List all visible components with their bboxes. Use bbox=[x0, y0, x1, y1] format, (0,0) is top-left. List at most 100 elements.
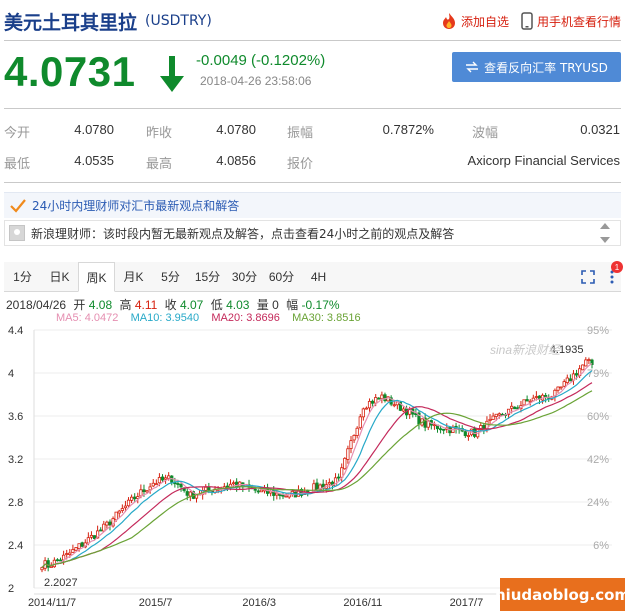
tab-monthly-k[interactable]: 月K bbox=[115, 262, 152, 291]
candle-body bbox=[58, 559, 63, 562]
close-label: 收 bbox=[164, 298, 177, 312]
ohlc-date: 2018/04/26 bbox=[6, 298, 67, 312]
candle-body bbox=[133, 496, 137, 500]
notification-badge: 1 bbox=[611, 261, 623, 273]
reverse-rate-button[interactable]: 查看反向汇率 TRYUSD bbox=[452, 52, 621, 82]
tab-15min[interactable]: 15分 bbox=[189, 262, 226, 291]
fullscreen-icon[interactable] bbox=[581, 269, 595, 284]
candle-body bbox=[281, 494, 285, 497]
tab-daily-k[interactable]: 日K bbox=[41, 262, 78, 291]
candle-body bbox=[463, 431, 467, 437]
candle-body bbox=[253, 488, 257, 491]
candle-body bbox=[256, 490, 260, 493]
candle-body bbox=[40, 567, 44, 571]
candle-body bbox=[349, 440, 353, 449]
title-actions: 添加自选 用手机查看行情 bbox=[441, 12, 621, 30]
candle-body bbox=[120, 508, 124, 511]
candle-body bbox=[522, 399, 526, 406]
tab-4h[interactable]: 4H bbox=[300, 262, 337, 291]
y-tick-label: 2.4 bbox=[8, 540, 23, 552]
advisor-message[interactable]: 新浪理财师：该时段内暂无最新观点及解答，点击查看24小时之前的观点及解答 bbox=[4, 220, 621, 246]
candle-body bbox=[284, 495, 288, 498]
candle-body bbox=[367, 400, 372, 409]
candle-body bbox=[130, 496, 134, 501]
candle-body bbox=[346, 448, 350, 460]
header-divider bbox=[4, 40, 621, 41]
checkmark-icon bbox=[10, 198, 26, 213]
kline-chart[interactable]: 4.495%479%3.660%3.242%2.824%2.46%2-12%4.… bbox=[0, 322, 625, 611]
candle-body bbox=[74, 547, 78, 551]
candle-body bbox=[383, 394, 387, 402]
volume-value: 0 bbox=[272, 298, 279, 312]
candle-body bbox=[92, 535, 97, 540]
candle-body bbox=[167, 475, 171, 479]
candle-body bbox=[185, 491, 189, 496]
chart-period-tabs: 1分 日K 周K 月K 5分 15分 30分 60分 4H 1 bbox=[4, 261, 623, 292]
stat-label-range: 波幅 bbox=[472, 125, 499, 140]
y-tick-label: 2 bbox=[8, 583, 14, 595]
caret-down-icon[interactable] bbox=[600, 237, 610, 243]
stat-value-prev-close: 4.0780 bbox=[216, 122, 256, 137]
candle-body bbox=[352, 435, 356, 441]
current-price: 4.0731 bbox=[4, 48, 136, 95]
site-watermark: niudaoblog.com bbox=[495, 578, 625, 611]
candle-body bbox=[466, 435, 471, 437]
stat-value-open: 4.0780 bbox=[74, 122, 114, 137]
mobile-view-button[interactable]: 用手机查看行情 bbox=[521, 12, 621, 30]
candle-body bbox=[374, 397, 378, 404]
candle-body bbox=[355, 427, 359, 436]
advisor-opinion-header[interactable]: 24小时内理财师对汇市最新观点和解答 bbox=[4, 192, 621, 218]
candle-body bbox=[163, 477, 168, 480]
flame-icon bbox=[442, 13, 455, 29]
candle-body bbox=[71, 549, 75, 553]
open-value: 4.08 bbox=[88, 298, 113, 312]
tab-30min[interactable]: 30分 bbox=[226, 262, 263, 291]
stat-value-quote-source: Axicorp Financial Services bbox=[467, 153, 620, 168]
candle-body bbox=[497, 413, 501, 416]
candle-body bbox=[80, 542, 84, 547]
x-tick-label: 2016/3 bbox=[242, 597, 276, 609]
candle-body bbox=[525, 399, 529, 402]
mobile-phone-icon bbox=[521, 12, 533, 30]
candle-body bbox=[231, 482, 236, 485]
message-scroll[interactable] bbox=[600, 223, 610, 243]
candle-body bbox=[102, 523, 106, 532]
caret-up-icon[interactable] bbox=[600, 223, 610, 229]
y-tick-label: 4.4 bbox=[8, 325, 23, 337]
tab-1min[interactable]: 1分 bbox=[4, 262, 41, 291]
candle-body bbox=[114, 511, 118, 521]
candle-body bbox=[361, 408, 365, 418]
candle-body bbox=[148, 486, 152, 491]
candle-body bbox=[562, 381, 566, 387]
stat-value-amplitude: 0.7872% bbox=[382, 122, 434, 137]
candle-body bbox=[49, 565, 53, 568]
candle-body bbox=[513, 406, 517, 410]
ma-line-ma10 bbox=[41, 370, 593, 569]
y-tick-label: 3.6 bbox=[8, 411, 23, 423]
advisor-opinion-title: 24小时内理财师对汇市最新观点和解答 bbox=[32, 199, 240, 213]
open-label: 开 bbox=[73, 298, 86, 312]
low-value: 4.03 bbox=[226, 298, 250, 312]
candle-body bbox=[99, 529, 103, 532]
ticker-symbol: (USDTRY) bbox=[145, 13, 212, 29]
candle-body bbox=[581, 364, 585, 371]
tab-weekly-k[interactable]: 周K bbox=[78, 262, 115, 292]
ohlc-legend: 2018/04/26 开 4.08 高 4.11 收 4.07 低 4.03 量… bbox=[6, 296, 340, 313]
add-watchlist-label: 添加自选 bbox=[460, 14, 509, 29]
volume-label: 量 bbox=[256, 298, 269, 312]
candle-body bbox=[442, 428, 446, 431]
candle-body bbox=[494, 413, 498, 417]
candle-body bbox=[565, 377, 569, 383]
add-watchlist-button[interactable]: 添加自选 bbox=[441, 12, 509, 30]
tab-5min[interactable]: 5分 bbox=[152, 262, 189, 291]
candle-body bbox=[123, 505, 128, 509]
candle-body bbox=[337, 476, 341, 479]
tab-60min[interactable]: 60分 bbox=[263, 262, 300, 291]
candle-body bbox=[432, 424, 437, 427]
amplitude-label: 幅 bbox=[286, 298, 299, 312]
candle-body bbox=[89, 535, 94, 538]
price-change: -0.0049 (-0.1202%) bbox=[196, 52, 326, 69]
price-divider bbox=[4, 108, 621, 109]
stats-divider bbox=[4, 182, 621, 183]
candle-body bbox=[587, 359, 591, 361]
